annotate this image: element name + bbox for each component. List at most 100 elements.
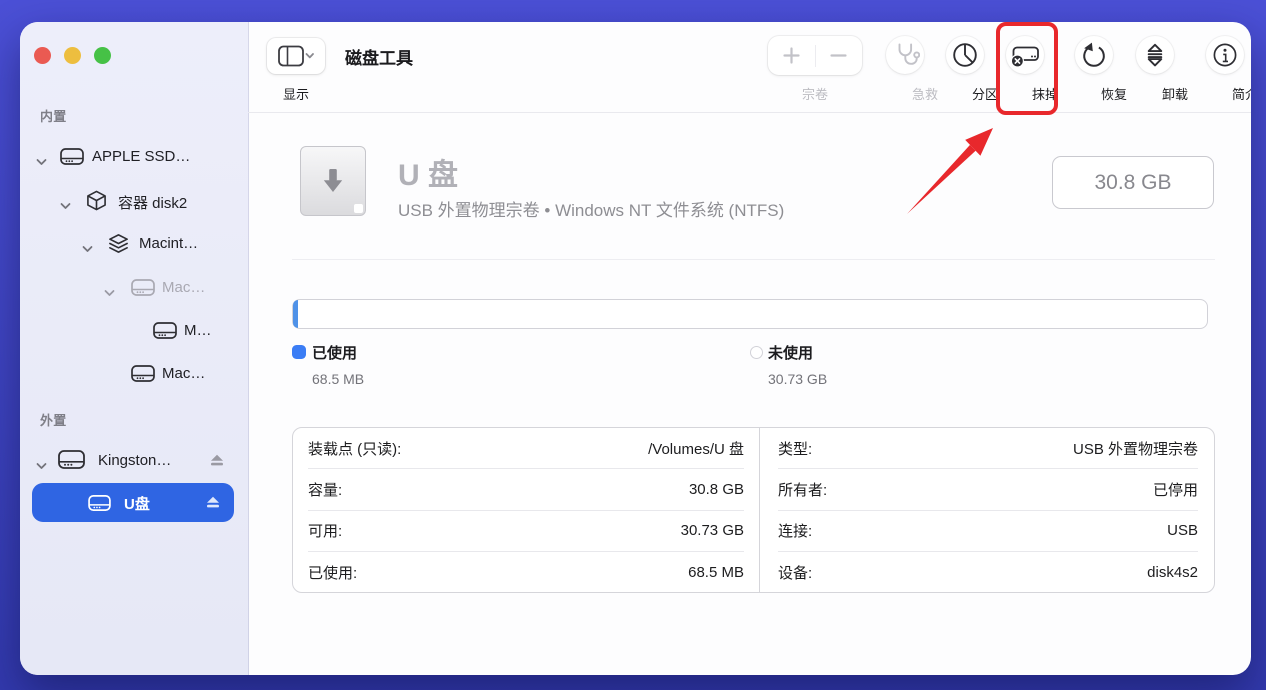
disk-utility-window: 内置 APPLE SSD… 容器 disk2 Macint… Mac…: [20, 22, 1251, 675]
used-legend-label: 已使用: [312, 342, 357, 363]
detail-label: 连接:: [778, 520, 812, 541]
detail-label: 装载点 (只读):: [308, 438, 401, 459]
details-card: 装载点 (只读): /Volumes/U 盘 容量: 30.8 GB 可用: 3…: [292, 427, 1215, 593]
detail-row-available: 可用: 30.73 GB: [308, 511, 744, 552]
minus-icon: [830, 47, 847, 64]
sidebar-item-container-disk2[interactable]: 容器 disk2: [20, 189, 248, 213]
drive-icon-notch: [354, 204, 363, 213]
sidebar: 内置 APPLE SSD… 容器 disk2 Macint… Mac…: [20, 22, 249, 675]
detail-row-type: 类型: USB 外置物理宗卷: [778, 428, 1198, 469]
partition-button[interactable]: [946, 36, 984, 74]
disk-icon: [88, 494, 111, 517]
first-aid-button[interactable]: [886, 36, 924, 74]
sidebar-section-internal: 内置: [40, 106, 66, 125]
sidebar-item-kingston[interactable]: Kingston…: [20, 449, 248, 473]
first-aid-button-label: 急救: [893, 84, 957, 103]
sidebar-item-label: Mac…: [162, 365, 205, 382]
sidebar-item-label: Macint…: [139, 235, 198, 252]
restore-button[interactable]: [1075, 36, 1113, 74]
usage-bar: [292, 299, 1208, 329]
unmount-button-label: 卸载: [1143, 84, 1207, 103]
sidebar-item-mac-volume-dimmed[interactable]: Mac…: [20, 276, 248, 300]
unmount-button[interactable]: [1136, 36, 1174, 74]
add-volume-button[interactable]: [768, 36, 815, 75]
detail-value: 68.5 MB: [688, 564, 744, 581]
details-right-column: 类型: USB 外置物理宗卷 所有者: 已停用 连接: USB 设备: disk…: [759, 428, 1214, 592]
unused-legend-swatch: [750, 346, 763, 359]
disk-icon: [153, 321, 177, 345]
volume-button-label: 宗卷: [783, 84, 847, 103]
volume-layers-icon: [108, 233, 129, 259]
sidebar-item-mac-data-volume[interactable]: Mac…: [20, 362, 248, 386]
annotation-highlight-box: [996, 22, 1058, 115]
detail-value: 已停用: [1153, 479, 1198, 500]
disk-icon: [131, 278, 155, 302]
container-cube-icon: [86, 190, 107, 216]
counterclockwise-arrow-icon: [1080, 41, 1108, 69]
sidebar-item-m-snapshot[interactable]: M…: [20, 319, 248, 343]
show-button-label: 显示: [264, 84, 328, 103]
disk-icon: [60, 147, 84, 171]
detail-value: USB 外置物理宗卷: [1073, 438, 1198, 459]
info-button[interactable]: [1206, 36, 1244, 74]
restore-button-label: 恢复: [1082, 84, 1146, 103]
detail-row-device: 设备: disk4s2: [778, 552, 1198, 592]
used-legend-value: 68.5 MB: [312, 371, 364, 387]
detail-label: 可用:: [308, 520, 342, 541]
detail-value: 30.8 GB: [689, 481, 744, 498]
device-subtitle: USB 外置物理宗卷 • Windows NT 文件系统 (NTFS): [398, 196, 784, 221]
remove-volume-button[interactable]: [816, 36, 863, 75]
window-title: 磁盘工具: [345, 44, 413, 69]
pie-chart-icon: [951, 41, 979, 69]
sidebar-toggle-icon: [278, 45, 314, 67]
eject-icon[interactable]: [210, 454, 224, 472]
unused-legend-label: 未使用: [768, 342, 813, 363]
detail-value: 30.73 GB: [681, 522, 744, 539]
sidebar-section-external: 外置: [40, 410, 66, 429]
close-window-button[interactable]: [34, 47, 51, 64]
detail-row-used: 已使用: 68.5 MB: [308, 552, 744, 592]
zoom-window-button[interactable]: [94, 47, 111, 64]
sidebar-item-label: Mac…: [162, 279, 205, 296]
sidebar-item-label: 容器 disk2: [118, 192, 187, 213]
sidebar-item-label: Kingston…: [98, 452, 171, 469]
chevron-down-icon[interactable]: [60, 197, 71, 215]
used-legend-swatch: [292, 345, 306, 359]
detail-value: disk4s2: [1147, 564, 1198, 581]
sidebar-item-label: APPLE SSD…: [92, 148, 190, 165]
disk-icon: [131, 364, 155, 388]
chevron-down-icon[interactable]: [104, 284, 115, 302]
disk-icon: [58, 449, 85, 475]
sidebar-item-label: M…: [184, 322, 212, 339]
eject-icon[interactable]: [206, 496, 220, 514]
minimize-window-button[interactable]: [64, 47, 81, 64]
chevron-down-icon[interactable]: [36, 457, 47, 475]
down-arrow-icon: [320, 166, 346, 196]
sidebar-item-macintosh-group[interactable]: Macint…: [20, 232, 248, 256]
detail-row-owner: 所有者: 已停用: [778, 469, 1198, 510]
usage-bar-used-segment: [293, 300, 298, 328]
header-divider: [292, 259, 1215, 260]
volume-add-remove-buttons[interactable]: [768, 36, 862, 75]
removable-drive-icon: [300, 146, 366, 216]
chevron-down-icon[interactable]: [36, 153, 47, 171]
sidebar-item-usb-drive-selected[interactable]: U盘: [32, 483, 234, 522]
chevron-down-icon[interactable]: [82, 240, 93, 258]
detail-row-mount-point: 装载点 (只读): /Volumes/U 盘: [308, 428, 744, 469]
detail-label: 已使用:: [308, 562, 357, 583]
plus-icon: [783, 47, 800, 64]
details-left-column: 装载点 (只读): /Volumes/U 盘 容量: 30.8 GB 可用: 3…: [293, 428, 759, 592]
sidebar-item-apple-ssd[interactable]: APPLE SSD…: [20, 145, 248, 169]
stethoscope-icon: [890, 40, 920, 70]
capacity-badge: 30.8 GB: [1052, 156, 1214, 209]
detail-row-capacity: 容量: 30.8 GB: [308, 469, 744, 510]
detail-row-connection: 连接: USB: [778, 511, 1198, 552]
detail-label: 所有者:: [778, 479, 827, 500]
detail-label: 类型:: [778, 438, 812, 459]
show-view-button[interactable]: [267, 38, 325, 74]
info-button-label: 简介: [1213, 84, 1251, 103]
toolbar-divider: [248, 112, 1251, 113]
eject-stack-icon: [1141, 41, 1169, 69]
device-title: U 盘: [398, 150, 458, 194]
detail-value: /Volumes/U 盘: [648, 438, 744, 459]
